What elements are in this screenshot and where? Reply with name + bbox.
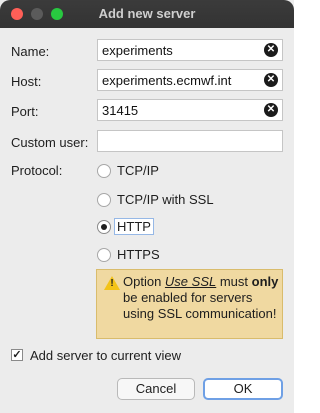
warning-icon-mark: ! [110,278,114,289]
custom-user-input[interactable] [102,133,252,149]
name-label: Name: [11,44,50,59]
add-to-view-checkbox[interactable]: ✓ [11,349,23,361]
custom-user-label: Custom user: [11,135,89,150]
port-field[interactable]: ✕ [97,99,283,121]
warning-emphasis: only [251,274,279,289]
clear-name-icon[interactable]: ✕ [264,43,278,57]
protocol-radio-http[interactable] [97,220,111,234]
add-server-dialog: Add new server Name: ✕ Host: ✕ Port: ✕ C… [0,0,294,413]
add-to-view-label[interactable]: Add server to current view [30,348,181,363]
clear-host-icon[interactable]: ✕ [264,73,278,87]
name-field[interactable]: ✕ [97,39,283,61]
warning-text-part3: be enabled for servers using SSL communi… [123,290,277,321]
protocol-radio-tcpip-ssl[interactable] [97,193,111,207]
warning-option-name: Use SSL [164,274,217,289]
port-label: Port: [11,104,39,119]
host-label: Host: [11,74,42,89]
title-bar: Add new server [0,0,294,28]
warning-text-part1: Option [123,274,165,289]
name-input[interactable] [102,42,252,58]
protocol-radio-https[interactable] [97,248,111,262]
protocol-option-https[interactable]: HTTPS [117,247,160,262]
window-title: Add new server [98,6,196,21]
protocol-radio-tcpip[interactable] [97,164,111,178]
clear-port-icon[interactable]: ✕ [264,103,278,117]
warning-text-part2: must [216,274,252,289]
warning-text: Option Use SSL must only be enabled for … [123,274,283,322]
ssl-warning-box: ! Option Use SSL must only be enabled fo… [96,269,283,339]
protocol-label: Protocol: [11,163,63,178]
protocol-option-tcpip-ssl[interactable]: TCP/IP with SSL [117,192,214,207]
host-field[interactable]: ✕ [97,69,283,91]
host-input[interactable] [102,72,252,88]
protocol-option-http[interactable]: HTTP [114,218,154,235]
port-input[interactable] [102,102,252,118]
custom-user-field[interactable] [97,130,283,152]
ok-button[interactable]: OK [203,378,283,400]
protocol-option-tcpip[interactable]: TCP/IP [117,163,159,178]
cancel-button[interactable]: Cancel [117,378,195,400]
